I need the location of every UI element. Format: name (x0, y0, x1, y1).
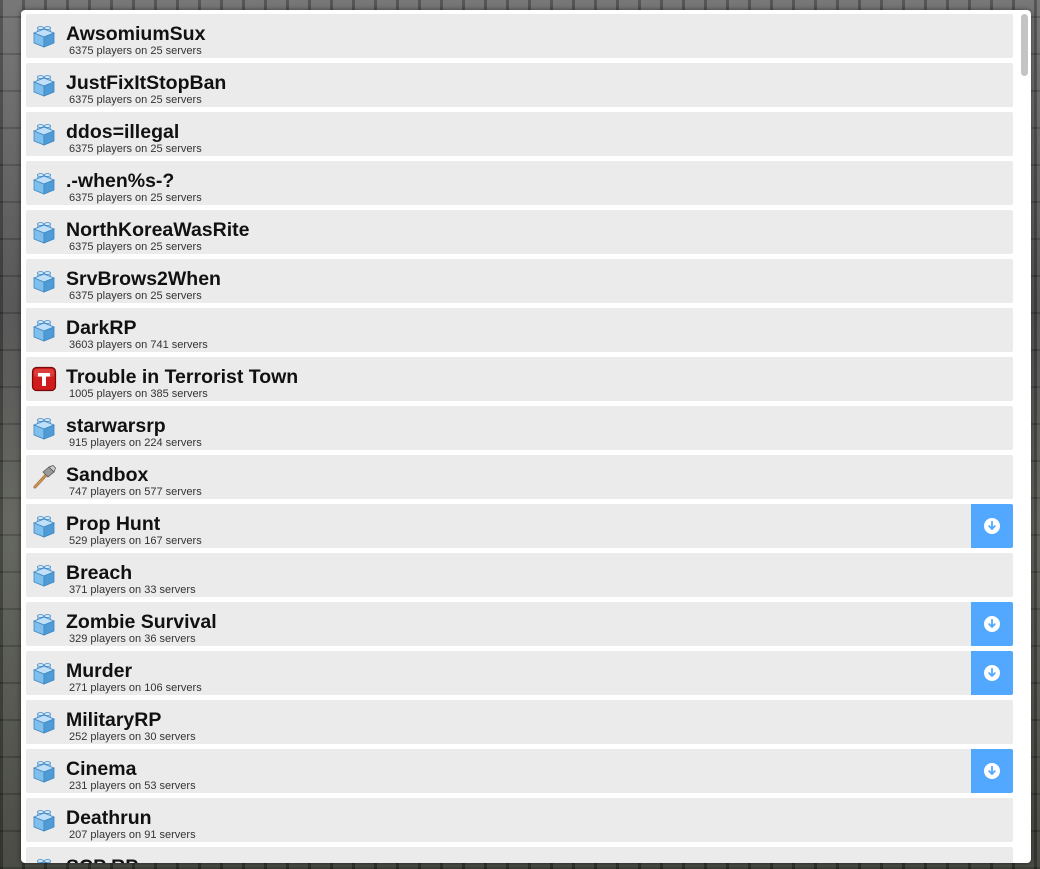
gamemode-stats: 6375 players on 25 servers (69, 45, 202, 57)
gamemode-name: Deathrun (66, 807, 152, 829)
gamemode-row[interactable]: Breach 371 players on 33 servers (26, 553, 1013, 597)
lego-brick-icon (31, 807, 57, 833)
gamemode-name: MilitaryRP (66, 709, 162, 731)
gamemode-row[interactable]: starwarsrp 915 players on 224 servers (26, 406, 1013, 450)
gamemode-stats: 915 players on 224 servers (69, 437, 202, 449)
gamemode-row[interactable]: MilitaryRP 252 players on 30 servers (26, 700, 1013, 744)
lego-brick-icon (31, 660, 57, 686)
gamemode-stats: 329 players on 36 servers (69, 633, 196, 645)
gamemode-name: Murder (66, 660, 133, 682)
lego-brick-icon (31, 23, 57, 49)
gamemode-name: Sandbox (66, 464, 149, 486)
gamemode-name: .-when%s-? (66, 170, 175, 192)
lego-brick-icon (31, 758, 57, 784)
gamemode-name: starwarsrp (66, 415, 166, 437)
gamemode-row[interactable]: Zombie Survival 329 players on 36 servers (26, 602, 1013, 646)
gamemode-name: Breach (66, 562, 133, 584)
scrollbar[interactable] (1017, 10, 1031, 863)
gamemode-row[interactable]: SCP RP (26, 847, 1013, 863)
gamemode-stats: 231 players on 53 servers (69, 780, 196, 792)
gamemode-row[interactable]: Murder 271 players on 106 servers (26, 651, 1013, 695)
gamemode-row[interactable]: JustFixItStopBan 6375 players on 25 serve… (26, 63, 1013, 107)
gamemode-name: Cinema (66, 758, 137, 780)
lego-brick-icon (31, 513, 57, 539)
gamemode-name: AwsomiumSux (66, 23, 206, 45)
lego-brick-icon (31, 268, 57, 294)
scrollbar-thumb[interactable] (1021, 14, 1028, 76)
gamemode-name: JustFixItStopBan (66, 72, 227, 94)
lego-brick-icon (31, 562, 57, 588)
download-button[interactable] (971, 749, 1013, 793)
download-icon (984, 518, 1000, 534)
gamemode-stats: 6375 players on 25 servers (69, 241, 202, 253)
gamemode-stats: 1005 players on 385 servers (69, 388, 208, 400)
gamemode-stats: 529 players on 167 servers (69, 535, 202, 547)
gamemode-name: Trouble in Terrorist Town (66, 366, 299, 388)
gamemode-row[interactable]: DarkRP 3603 players on 741 servers (26, 308, 1013, 352)
gamemode-row[interactable]: AwsomiumSux 6375 players on 25 servers (26, 14, 1013, 58)
download-button[interactable] (971, 504, 1013, 548)
gamemode-name: SrvBrows2When (66, 268, 221, 290)
gamemode-row[interactable]: Cinema 231 players on 53 servers (26, 749, 1013, 793)
download-button[interactable] (971, 651, 1013, 695)
gamemode-row[interactable]: .-when%s-? 6375 players on 25 servers (26, 161, 1013, 205)
gamemode-name: ddos=illegal (66, 121, 180, 143)
gamemode-stats: 6375 players on 25 servers (69, 143, 202, 155)
gamemode-stats: 6375 players on 25 servers (69, 94, 202, 106)
gamemode-row[interactable]: Deathrun 207 players on 91 servers (26, 798, 1013, 842)
gamemode-row[interactable]: Trouble in Terrorist Town 1005 players on… (26, 357, 1013, 401)
gamemode-row[interactable]: SrvBrows2When 6375 players on 25 servers (26, 259, 1013, 303)
lego-brick-icon (31, 709, 57, 735)
gamemode-stats: 371 players on 33 servers (69, 584, 196, 596)
gamemode-name: Zombie Survival (66, 611, 217, 633)
gamemode-stats: 6375 players on 25 servers (69, 192, 202, 204)
gamemode-stats: 271 players on 106 servers (69, 682, 202, 694)
gamemode-stats: 6375 players on 25 servers (69, 290, 202, 302)
download-icon (984, 665, 1000, 681)
lego-brick-icon (31, 415, 57, 441)
lego-brick-icon (31, 121, 57, 147)
lego-brick-icon (31, 856, 57, 863)
download-icon (984, 763, 1000, 779)
gamemode-row[interactable]: Sandbox 747 players on 577 servers (26, 455, 1013, 499)
gamemode-name: NorthKoreaWasRite (66, 219, 250, 241)
lego-brick-icon (31, 219, 57, 245)
ttt-icon (31, 366, 57, 392)
lego-brick-icon (31, 72, 57, 98)
gamemode-name: Prop Hunt (66, 513, 161, 535)
gamemode-list: AwsomiumSux 6375 players on 25 servers Jus… (26, 14, 1013, 863)
gamemode-stats: 207 players on 91 servers (69, 829, 196, 841)
gamemode-name: DarkRP (66, 317, 137, 339)
gamemode-row[interactable]: NorthKoreaWasRite 6375 players on 25 serv… (26, 210, 1013, 254)
gamemode-panel: AwsomiumSux 6375 players on 25 servers Jus… (21, 10, 1031, 863)
lego-brick-icon (31, 170, 57, 196)
gamemode-name: SCP RP (66, 856, 138, 863)
gamemode-stats: 252 players on 30 servers (69, 731, 196, 743)
hammer-icon (31, 464, 57, 490)
gamemode-row[interactable]: Prop Hunt 529 players on 167 servers (26, 504, 1013, 548)
lego-brick-icon (31, 611, 57, 637)
download-icon (984, 616, 1000, 632)
gamemode-stats: 747 players on 577 servers (69, 486, 202, 498)
gamemode-row[interactable]: ddos=illegal 6375 players on 25 servers (26, 112, 1013, 156)
download-button[interactable] (971, 602, 1013, 646)
lego-brick-icon (31, 317, 57, 343)
gamemode-stats: 3603 players on 741 servers (69, 339, 208, 351)
